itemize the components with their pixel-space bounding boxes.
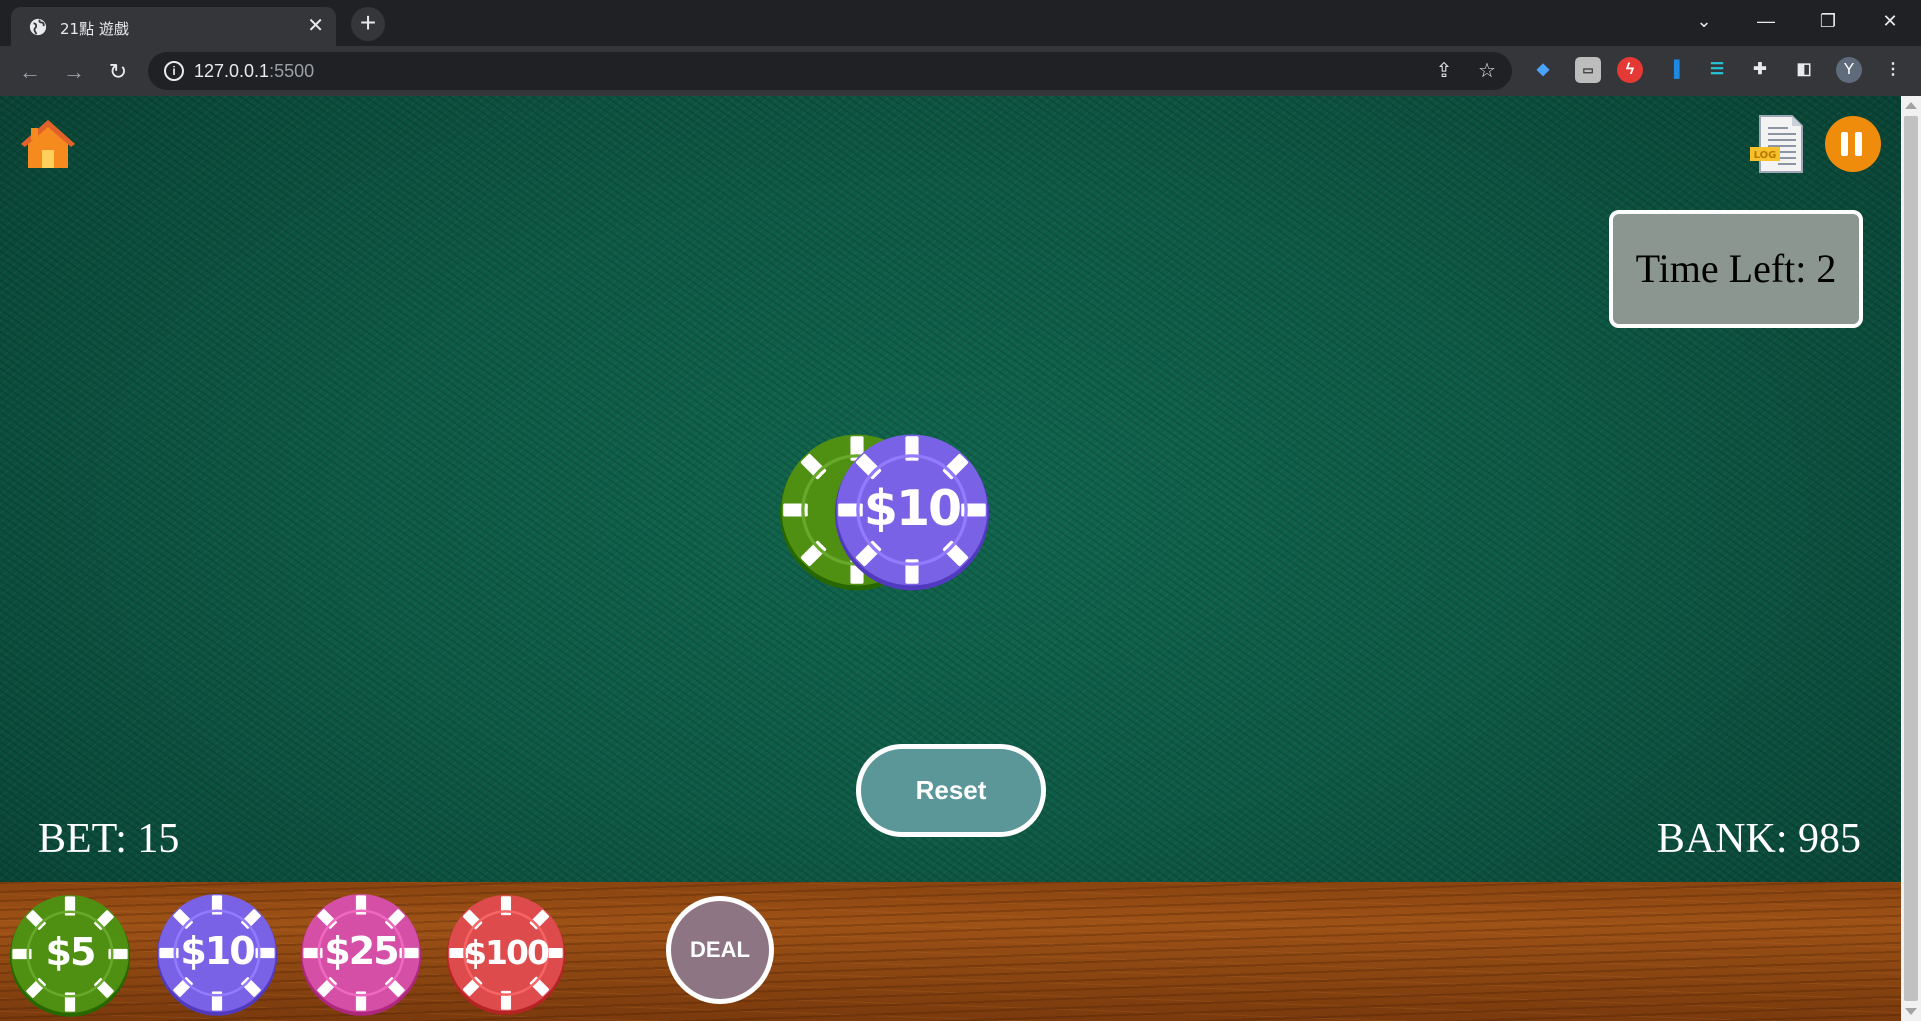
new-tab-button[interactable]: + xyxy=(351,7,385,41)
side-panel-icon[interactable]: ◧ xyxy=(1791,57,1817,83)
bet-amount: BET: 15 xyxy=(38,816,180,862)
url-text: 127.0.0.1:5500 xyxy=(194,61,314,82)
blue-bar-extension-icon[interactable]: ▐ xyxy=(1661,57,1687,83)
game-table: LOG Time Left: 2 $10 Reset BET: 15 BANK:… xyxy=(0,96,1901,1021)
scroll-thumb[interactable] xyxy=(1904,116,1918,1001)
menu-kebab-icon[interactable]: ⋮ xyxy=(1880,57,1906,83)
site-info-icon[interactable]: i xyxy=(164,61,184,81)
share-icon[interactable]: ⇪ xyxy=(1432,59,1456,83)
wood-texture xyxy=(0,882,1901,1021)
scroll-down-arrow-icon[interactable] xyxy=(1905,1008,1917,1015)
pause-bar-left xyxy=(1841,132,1848,156)
reset-button[interactable]: Reset xyxy=(856,744,1046,837)
timer-display: Time Left: 2 xyxy=(1609,210,1863,328)
log-file-icon[interactable]: LOG xyxy=(1748,114,1804,174)
url-host: 127.0.0.1 xyxy=(194,61,270,81)
chip-10-button[interactable]: $10 xyxy=(153,888,281,1018)
chat-extension-icon[interactable]: ▭ xyxy=(1575,57,1601,83)
chip-25-button[interactable]: $25 xyxy=(297,888,425,1018)
deal-button[interactable]: DEAL xyxy=(666,896,774,1004)
url-port: :5500 xyxy=(269,61,315,81)
browser-tab-strip: 21點 遊戲 ✕ + ⌄ — ❐ ✕ xyxy=(0,0,1921,46)
bookmark-star-icon[interactable]: ☆ xyxy=(1475,59,1499,83)
forward-arrow-icon[interactable]: → xyxy=(60,58,88,86)
profile-avatar[interactable]: Y xyxy=(1836,57,1862,83)
browser-toolbar: ← → ↻ i 127.0.0.1:5500 ⇪ ☆ ◆ ▭ ϟ ▐ ☰ ✚ ◧… xyxy=(0,46,1921,96)
log-badge: LOG xyxy=(1754,150,1777,161)
chip-value-label: $5 xyxy=(45,930,97,974)
address-bar[interactable]: i 127.0.0.1:5500 ⇪ ☆ xyxy=(148,52,1512,90)
home-icon[interactable] xyxy=(19,118,77,170)
scroll-up-arrow-icon[interactable] xyxy=(1905,102,1917,109)
pause-bar-right xyxy=(1855,132,1862,156)
close-window-button[interactable]: ✕ xyxy=(1862,6,1918,36)
table-chip-10: $10 xyxy=(830,426,994,594)
minimize-button[interactable]: — xyxy=(1738,6,1794,36)
chip-value-label: $10 xyxy=(863,480,962,537)
browser-tab[interactable]: 21點 遊戲 ✕ xyxy=(11,7,336,46)
tab-search-icon[interactable]: ⌄ xyxy=(1676,6,1732,36)
puzzle-extensions-icon[interactable]: ✚ xyxy=(1747,57,1773,83)
restore-button[interactable]: ❐ xyxy=(1800,6,1856,36)
tab-close-icon[interactable]: ✕ xyxy=(307,16,324,36)
pause-button[interactable] xyxy=(1825,116,1881,172)
chip-value-label: $25 xyxy=(324,929,399,973)
filter-extension-icon[interactable]: ☰ xyxy=(1704,57,1730,83)
back-arrow-icon[interactable]: ← xyxy=(16,58,44,86)
chip-rack xyxy=(0,882,1901,1021)
page-scrollbar[interactable] xyxy=(1901,96,1921,1021)
bank-amount: BANK: 985 xyxy=(1656,816,1861,862)
chip-100-button[interactable]: $100 xyxy=(443,888,569,1018)
globe-icon xyxy=(29,18,47,36)
tab-title: 21點 遊戲 xyxy=(60,20,129,38)
chip-5-button[interactable]: $5 xyxy=(6,889,134,1019)
reload-icon[interactable]: ↻ xyxy=(104,58,132,86)
gem-extension-icon[interactable]: ◆ xyxy=(1530,57,1556,83)
chip-value-label: $10 xyxy=(180,929,255,973)
chip-value-label: $100 xyxy=(464,933,550,972)
red-extension-icon[interactable]: ϟ xyxy=(1617,57,1643,83)
